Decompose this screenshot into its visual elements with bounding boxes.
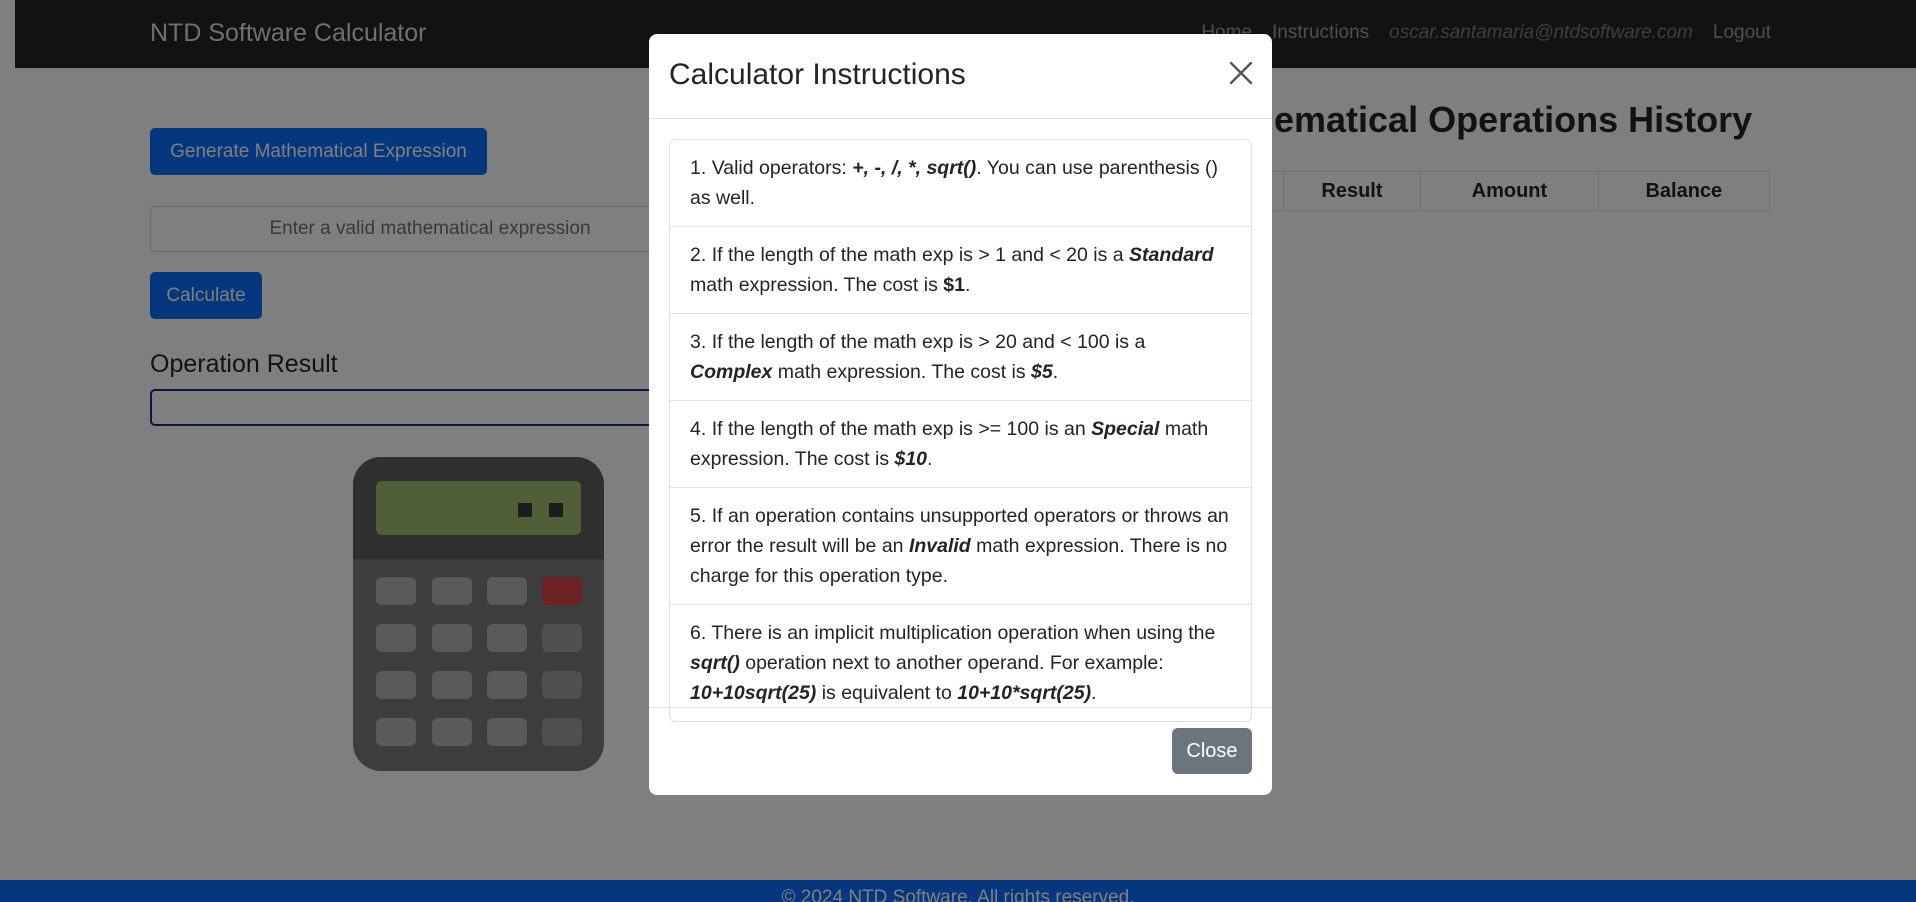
instruction-item: 4. If the length of the math exp is >= 1… — [670, 400, 1251, 487]
close-icon[interactable] — [1226, 58, 1256, 88]
instruction-item: 3. If the length of the math exp is > 20… — [670, 313, 1251, 400]
instructions-modal: Calculator Instructions 1. Valid operato… — [649, 34, 1272, 795]
instructions-list: 1. Valid operators: +, -, /, *, sqrt(). … — [669, 139, 1252, 722]
modal-footer: Close — [649, 707, 1272, 795]
instruction-item: 1. Valid operators: +, -, /, *, sqrt(). … — [690, 157, 1219, 209]
modal-title: Calculator Instructions — [669, 58, 966, 91]
modal-body: 1. Valid operators: +, -, /, *, sqrt(). … — [649, 119, 1272, 722]
modal-header: Calculator Instructions — [649, 34, 1272, 119]
instruction-item: 5. If an operation contains unsupported … — [670, 487, 1251, 604]
instruction-item: 2. If the length of the math exp is > 1 … — [670, 226, 1251, 313]
close-button[interactable]: Close — [1172, 728, 1252, 774]
instruction-item: 6. There is an implicit multiplication o… — [670, 604, 1251, 721]
